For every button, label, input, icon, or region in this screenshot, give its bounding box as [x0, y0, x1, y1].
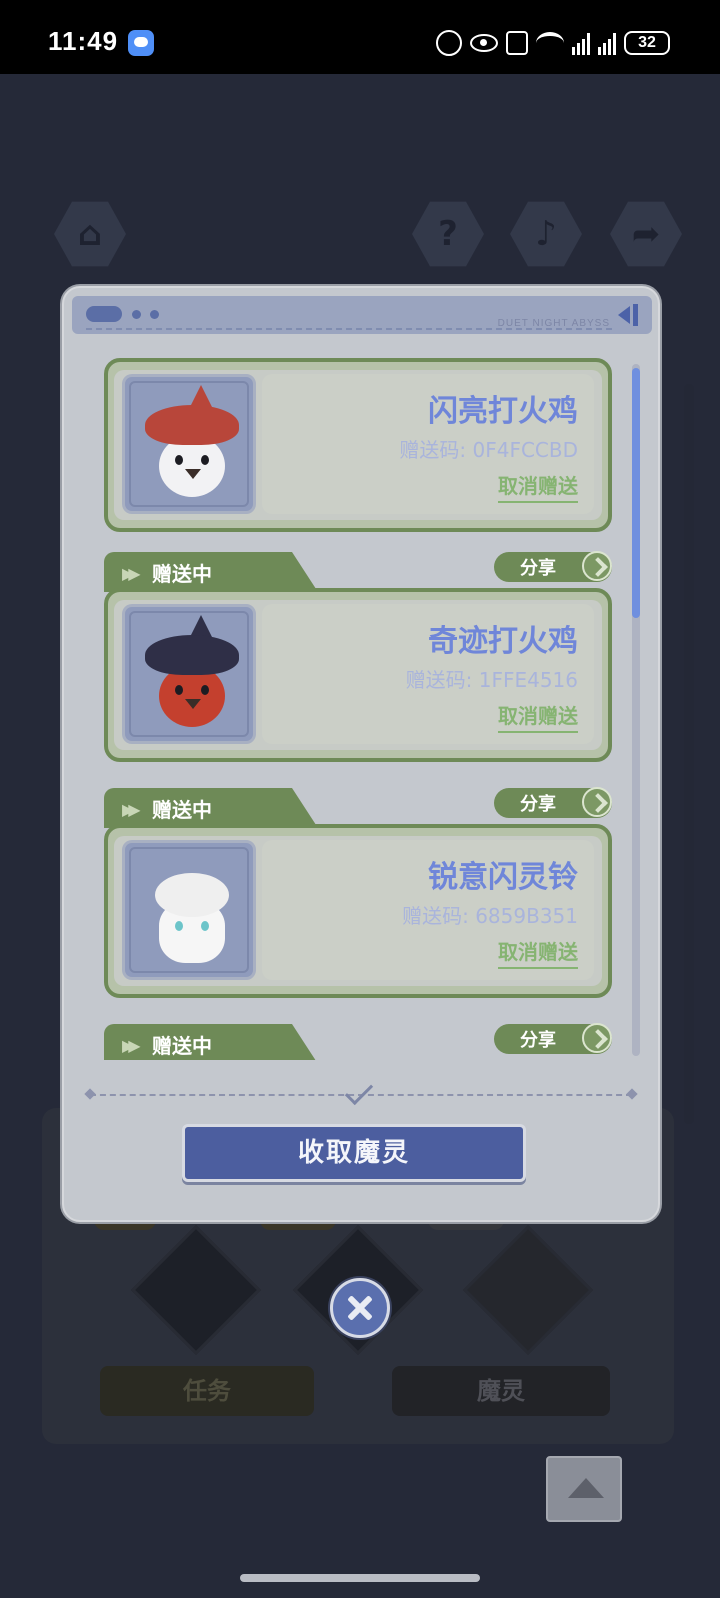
nfc-icon [506, 31, 528, 55]
home-icon[interactable]: ⌂ [54, 201, 126, 267]
sprite-name: 闪亮打火鸡 [428, 394, 578, 429]
collect-sprites-button[interactable]: 收取魔灵 [182, 1124, 526, 1182]
share-label: 分享 [520, 794, 556, 815]
info-plate: 锐意闪灵铃 赠送码: 6859B351 取消赠送 [262, 840, 594, 980]
gift-modal: DUET NIGHT ABYSS 闪亮打火鸡 赠送码: 0F4FCCBD 取消赠… [62, 286, 660, 1222]
creature-beak [185, 699, 201, 709]
modal-header: DUET NIGHT ABYSS [72, 296, 652, 334]
sprite-portrait [122, 374, 256, 514]
cancel-gift-link[interactable]: 取消赠送 [498, 936, 578, 969]
gift-code: 赠送码: 0F4FCCBD [399, 438, 578, 462]
gift-code: 赠送码: 1FFE4516 [405, 668, 578, 692]
home-indicator[interactable] [240, 1574, 480, 1582]
status-time: 11:49 [48, 26, 119, 56]
header-pill-decor [86, 306, 122, 322]
gift-list[interactable]: 闪亮打火鸡 赠送码: 0F4FCCBD 取消赠送 ▶▶ 赠送中 分享 奇迹打火鸡… [104, 358, 624, 1060]
creature-eye [201, 921, 209, 931]
reward-node[interactable] [130, 1224, 262, 1356]
double-chevron-icon: ▶▶ [122, 800, 140, 819]
status-label: 赠送中 [152, 562, 212, 586]
sprite-name: 奇迹打火鸡 [428, 624, 578, 659]
5g-signal-icon [572, 31, 590, 55]
sprite-card: 闪亮打火鸡 赠送码: 0F4FCCBD 取消赠送 [104, 358, 612, 532]
list-item: 闪亮打火鸡 赠送码: 0F4FCCBD 取消赠送 [104, 358, 612, 532]
status-bar: 11:49 32 [0, 0, 720, 74]
creature-head [155, 873, 229, 917]
status-tag: ▶▶ 赠送中 [104, 788, 318, 828]
info-plate: 奇迹打火鸡 赠送码: 1FFE4516 取消赠送 [262, 604, 594, 744]
creature-eye [175, 685, 183, 695]
close-icon[interactable] [330, 1278, 390, 1338]
background-scroll-track [684, 384, 694, 1124]
double-chevron-icon: ▶▶ [122, 1036, 140, 1055]
eye-icon [470, 34, 498, 52]
sprite-portrait [122, 840, 256, 980]
status-icons: 32 [436, 30, 670, 56]
chevron-down-icon [344, 1076, 374, 1106]
help-icon[interactable]: ? [412, 201, 484, 267]
wifi-icon [536, 32, 564, 54]
list-item: ▶▶ 赠送中 分享 [104, 1023, 612, 1060]
cancel-gift-link[interactable]: 取消赠送 [498, 470, 578, 503]
share-button[interactable]: 分享 [494, 787, 612, 818]
scroll-up-button[interactable] [546, 1456, 622, 1522]
info-plate: 闪亮打火鸡 赠送码: 0F4FCCBD 取消赠送 [262, 374, 594, 514]
creature-eye [175, 455, 183, 465]
brand-text: DUET NIGHT ABYSS [497, 318, 610, 329]
creature-eye [201, 685, 209, 695]
share-arrow-icon [582, 551, 612, 581]
status-label: 赠送中 [152, 1034, 212, 1058]
header-dot-decor [150, 310, 159, 319]
share-arrow-icon [582, 1023, 612, 1053]
creature-beak [185, 469, 201, 479]
tab-sprites[interactable]: 魔灵 [392, 1366, 610, 1416]
share-icon[interactable]: ➦ [610, 201, 682, 267]
sprite-card: 锐意闪灵铃 赠送码: 6859B351 取消赠送 [104, 824, 612, 998]
status-tag: ▶▶ 赠送中 [104, 552, 318, 592]
message-icon [128, 30, 154, 56]
share-button[interactable]: 分享 [494, 1023, 612, 1054]
cancel-gift-link[interactable]: 取消赠送 [498, 700, 578, 733]
header-dot-decor [132, 310, 141, 319]
list-item: ▶▶ 赠送中 分享 奇迹打火鸡 赠送码: 1FFE4516 取消赠送 [104, 551, 612, 766]
list-scrollbar-thumb[interactable] [632, 368, 640, 618]
creature-eye [201, 455, 209, 465]
creature-hat [145, 405, 239, 445]
creature-eye [175, 921, 183, 931]
share-arrow-icon [582, 787, 612, 817]
battery-icon: 32 [624, 31, 670, 55]
share-label: 分享 [520, 1030, 556, 1051]
music-icon[interactable]: ♪ [510, 201, 582, 267]
status-tag: ▶▶ 赠送中 [104, 1024, 318, 1060]
status-label: 赠送中 [152, 798, 212, 822]
tab-tasks[interactable]: 任务 [100, 1366, 314, 1416]
divider-end-decor [84, 1088, 96, 1100]
divider-end-decor [626, 1088, 638, 1100]
sprite-portrait [122, 604, 256, 744]
reward-node-locked[interactable] [462, 1224, 594, 1356]
creature-hat [145, 635, 239, 675]
sprite-card: 奇迹打火鸡 赠送码: 1FFE4516 取消赠送 [104, 588, 612, 762]
share-button[interactable]: 分享 [494, 551, 612, 582]
hd-icon [436, 30, 462, 56]
gift-code: 赠送码: 6859B351 [402, 904, 578, 928]
share-label: 分享 [520, 558, 556, 579]
sprite-name: 锐意闪灵铃 [428, 860, 578, 895]
collapse-icon[interactable] [618, 304, 640, 326]
double-chevron-icon: ▶▶ [122, 564, 140, 583]
list-item: ▶▶ 赠送中 分享 锐意闪灵铃 赠送码: 6859B351 取消赠送 [104, 787, 612, 1002]
5g-signal-icon [598, 31, 616, 55]
